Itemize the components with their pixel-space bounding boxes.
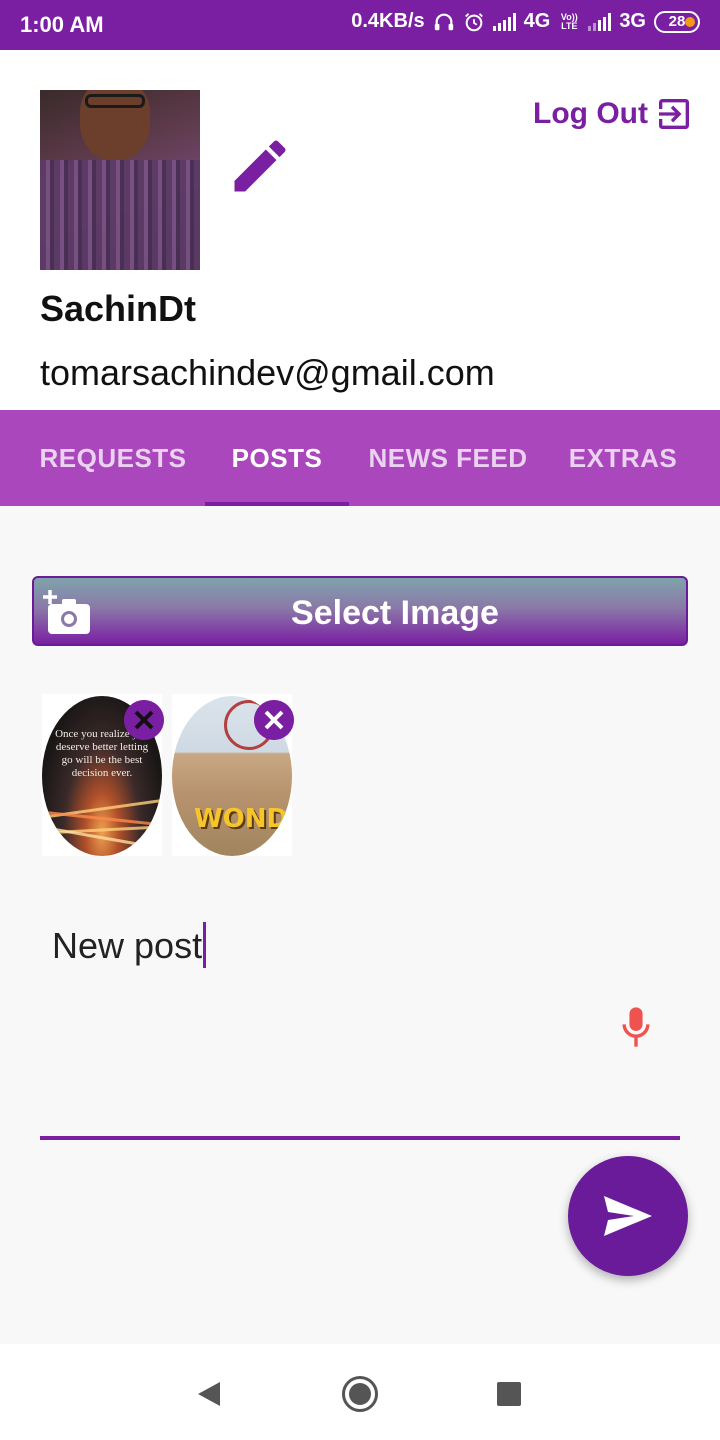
edit-icon[interactable] bbox=[226, 132, 294, 200]
profile-header: Log Out SachinDt tomarsachindev@gmail.co… bbox=[0, 50, 720, 410]
status-bar: 1:00 AM 0.4KB/s 4G Vo)) LTE 3G 28 bbox=[0, 0, 720, 50]
send-button[interactable] bbox=[568, 1156, 688, 1276]
alarm-icon bbox=[464, 12, 483, 31]
net-speed: 0.4KB/s bbox=[351, 10, 425, 32]
tab-indicator bbox=[205, 502, 349, 506]
remove-image-2-close-icon[interactable] bbox=[254, 700, 294, 740]
logout-label: Log Out bbox=[533, 97, 648, 130]
tab-requests[interactable]: REQUESTS bbox=[22, 410, 204, 506]
status-time: 1:00 AM bbox=[20, 12, 104, 37]
select-image-label: Select Image bbox=[291, 594, 499, 632]
signal-icon bbox=[492, 12, 516, 31]
battery-level: 28 bbox=[668, 13, 686, 30]
status-icons: 0.4KB/s 4G Vo)) LTE 3G 28 bbox=[351, 10, 700, 33]
logout-icon bbox=[659, 99, 689, 129]
home-icon[interactable] bbox=[342, 1376, 378, 1412]
tab-news-feed[interactable]: NEWS FEED bbox=[352, 410, 544, 506]
logout-button[interactable]: Log Out bbox=[533, 94, 694, 134]
input-underline bbox=[40, 1136, 680, 1140]
headphones-icon bbox=[434, 13, 453, 30]
avatar[interactable] bbox=[40, 90, 200, 270]
text-cursor bbox=[203, 922, 207, 968]
select-image-button[interactable]: Select Image bbox=[32, 576, 688, 646]
tab-posts[interactable]: POSTS bbox=[205, 410, 349, 506]
recents-icon[interactable] bbox=[497, 1382, 521, 1406]
battery-icon: 28 bbox=[654, 10, 700, 33]
network-type-2: 3G bbox=[619, 10, 646, 32]
profile-username: SachinDt bbox=[40, 288, 197, 329]
system-nav-bar bbox=[0, 1344, 720, 1440]
profile-email: tomarsachindev@gmail.com bbox=[40, 352, 495, 393]
send-icon bbox=[604, 1196, 652, 1236]
remove-image-1-close-icon[interactable] bbox=[124, 700, 164, 740]
image-logo-text: WONDE bbox=[194, 804, 292, 834]
tab-extras[interactable]: EXTRAS bbox=[552, 410, 694, 506]
back-icon[interactable] bbox=[196, 1380, 222, 1408]
post-text-value: New post bbox=[52, 925, 203, 966]
mic-icon[interactable] bbox=[620, 1006, 652, 1048]
signal-icon-2 bbox=[588, 12, 612, 31]
post-text-input[interactable]: New post bbox=[40, 900, 680, 1140]
network-type-1: 4G bbox=[523, 10, 551, 32]
tab-bar: REQUESTS POSTS NEWS FEED EXTRAS bbox=[0, 410, 720, 506]
volte-badge: Vo)) LTE bbox=[560, 11, 578, 31]
